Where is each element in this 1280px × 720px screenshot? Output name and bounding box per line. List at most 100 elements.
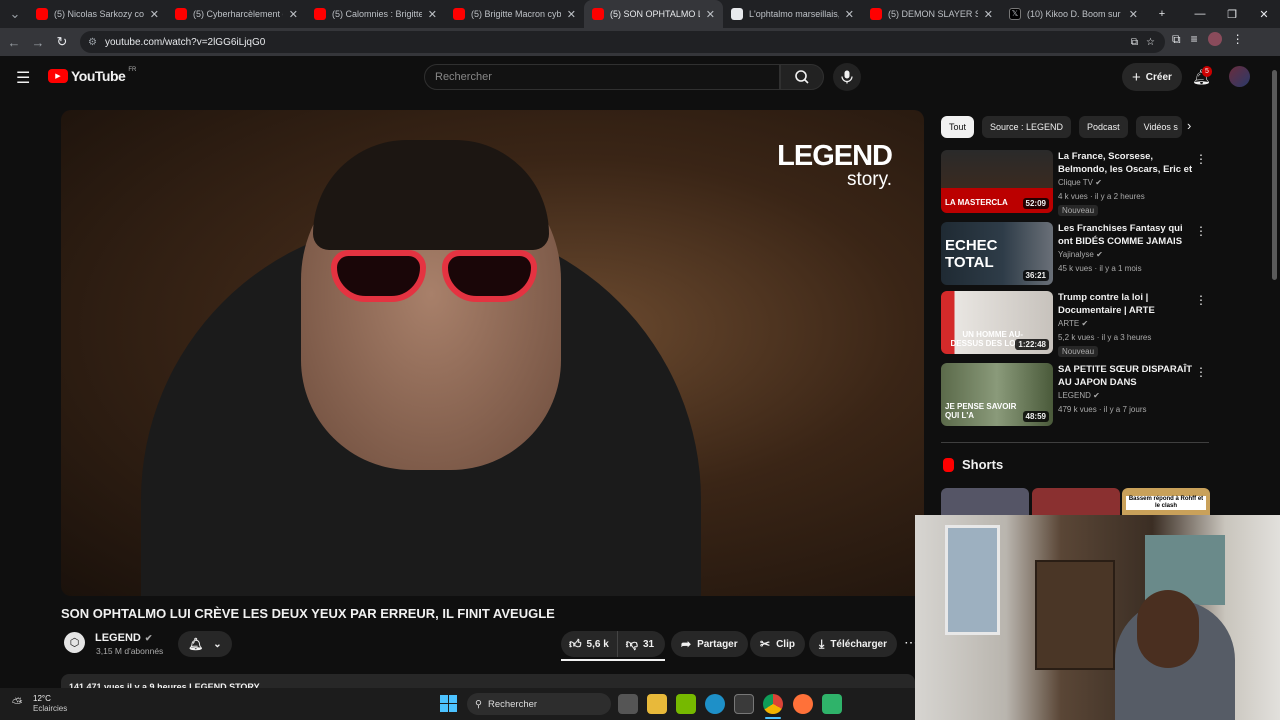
tab-title: (5) DEMON SLAYER S'ASS… bbox=[888, 9, 978, 19]
youtube-logo[interactable]: ▶ YouTube FR bbox=[48, 67, 136, 84]
more-options-icon[interactable]: ⋮ bbox=[1195, 152, 1207, 166]
firefox-icon[interactable] bbox=[793, 694, 813, 714]
close-tab-icon[interactable]: ✕ bbox=[289, 8, 298, 21]
browser-menu-icon[interactable]: ⋮ bbox=[1232, 32, 1244, 47]
browser-tab[interactable]: (5) Calomnies : Brigitte M… ✕ bbox=[306, 0, 445, 28]
verified-icon: ✔ bbox=[144, 632, 153, 643]
dislike-button[interactable]: 👎︎ 31 bbox=[618, 631, 662, 657]
recommended-video[interactable]: LA MASTERCLA 52:09 La France, Scorsese, Be… bbox=[941, 150, 1211, 216]
subscriber-count: 3,15 M d'abonnés bbox=[96, 646, 164, 656]
clip-button[interactable]: ✂ Clip bbox=[750, 631, 805, 657]
browser-tab[interactable]: (5) SON OPHTALMO LUI C… ✕ bbox=[584, 0, 723, 28]
search-icon bbox=[795, 70, 809, 84]
taskbar-search[interactable]: ⚲ Rechercher bbox=[467, 693, 611, 715]
channel-avatar[interactable]: ⬡ bbox=[64, 632, 85, 653]
close-tab-icon[interactable]: ✕ bbox=[845, 8, 854, 21]
red-sunglasses bbox=[331, 250, 541, 310]
thumbnail-text: ECHEC TOTAL bbox=[945, 237, 998, 271]
subscription-bell-button[interactable]: 🔔︎ ⌄ bbox=[178, 631, 232, 657]
video-player[interactable]: LEGEND story. bbox=[61, 110, 924, 596]
like-button[interactable]: 👍︎ 5,6 k bbox=[561, 631, 618, 657]
extensions-icon[interactable]: ⧉ bbox=[1172, 32, 1181, 47]
recommended-video[interactable]: ECHEC TOTAL 36:21 Les Franchises Fantasy q… bbox=[941, 222, 1211, 286]
hamburger-menu-icon[interactable]: ☰ bbox=[16, 68, 30, 88]
create-button[interactable]: + Créer bbox=[1122, 63, 1182, 91]
browser-tab[interactable]: 𝕏 (10) Kikoo D. Boom sur X … ✕ bbox=[1001, 0, 1146, 28]
video-thumbnail[interactable]: UN HOMME AU-DESSUS DES LOIS 1:22:48 bbox=[941, 291, 1053, 354]
weather-condition: Eclaircies bbox=[33, 704, 68, 713]
close-tab-icon[interactable]: ✕ bbox=[150, 8, 159, 21]
bookmark-star-icon[interactable]: ☆ bbox=[1146, 37, 1155, 48]
task-view-icon[interactable] bbox=[618, 694, 638, 714]
recommended-channel: LEGEND bbox=[1058, 391, 1091, 400]
more-options-icon[interactable]: ⋮ bbox=[1195, 365, 1207, 379]
video-title: SON OPHTALMO LUI CRÈVE LES DEUX YEUX PAR… bbox=[61, 606, 555, 621]
browser-tab[interactable]: (5) Cyberharcèlement de … ✕ bbox=[167, 0, 306, 28]
search-input[interactable]: Rechercher bbox=[424, 64, 780, 90]
voice-search-button[interactable] bbox=[833, 63, 861, 91]
close-tab-icon[interactable]: ✕ bbox=[428, 8, 437, 21]
video-frame-person-hair bbox=[313, 140, 549, 250]
clip-label: Clip bbox=[776, 638, 795, 650]
new-tab-button[interactable]: + bbox=[1146, 0, 1178, 28]
minimize-button[interactable]: — bbox=[1184, 0, 1216, 28]
share-button[interactable]: ➦ Partager bbox=[671, 631, 748, 657]
weather-icon[interactable]: ⛅︎ bbox=[12, 695, 22, 711]
youtube-icon bbox=[36, 8, 48, 20]
chrome-icon[interactable] bbox=[763, 694, 783, 714]
tab-title: L'ophtalmo marseillais, ac… bbox=[749, 9, 839, 19]
windows-start-icon[interactable] bbox=[440, 695, 457, 712]
file-explorer-icon[interactable] bbox=[647, 694, 667, 714]
more-options-icon[interactable]: ⋮ bbox=[1195, 224, 1207, 238]
verified-icon: ✔ bbox=[1093, 391, 1100, 400]
short-thumbnail[interactable]: Bassem répond à Rohff et le clash bbox=[1122, 488, 1210, 518]
url-text: youtube.com/watch?v=2lGG6iLjqG0 bbox=[104, 36, 266, 48]
filter-chip[interactable]: Tout bbox=[941, 116, 975, 138]
youtube-masthead: ☰ ▶ YouTube FR Rechercher + Créer 🔔︎ 5 bbox=[0, 56, 1280, 96]
streamer-webcam bbox=[915, 515, 1280, 720]
address-bar[interactable]: ⚙ youtube.com/watch?v=2lGG6iLjqG0 ⧉ ☆ bbox=[80, 31, 1165, 53]
back-icon[interactable]: ← bbox=[2, 30, 26, 54]
download-button[interactable]: ⤓ Télécharger bbox=[809, 631, 898, 657]
weather-widget[interactable]: 12°C Eclaircies bbox=[33, 694, 67, 714]
video-thumbnail[interactable]: LA MASTERCLA 52:09 bbox=[941, 150, 1053, 213]
page-scrollbar[interactable] bbox=[1272, 70, 1277, 280]
forward-icon[interactable]: → bbox=[26, 30, 50, 54]
channel-name-row[interactable]: LEGEND ✔ bbox=[95, 632, 152, 644]
close-tab-icon[interactable]: ✕ bbox=[984, 8, 993, 21]
store-icon[interactable] bbox=[734, 694, 754, 714]
media-control-icon[interactable]: ≡ bbox=[1191, 32, 1198, 47]
close-window-button[interactable]: ✕ bbox=[1248, 0, 1280, 28]
browser-tab[interactable]: (5) DEMON SLAYER S'ASS… ✕ bbox=[862, 0, 1001, 28]
account-avatar[interactable] bbox=[1229, 66, 1250, 87]
close-tab-icon[interactable]: ✕ bbox=[706, 8, 715, 21]
filter-chip[interactable]: Source : LEGEND bbox=[982, 116, 1072, 138]
tab-search-icon[interactable]: ⌄ bbox=[2, 2, 28, 26]
search-button[interactable] bbox=[780, 64, 824, 90]
video-thumbnail[interactable]: ECHEC TOTAL 36:21 bbox=[941, 222, 1053, 285]
site-info-icon[interactable]: ⚙ bbox=[88, 37, 97, 48]
filter-chip[interactable]: Vidéos s bbox=[1135, 116, 1182, 138]
edge-icon[interactable] bbox=[705, 694, 725, 714]
close-tab-icon[interactable]: ✕ bbox=[567, 8, 576, 21]
short-thumbnail[interactable] bbox=[941, 488, 1029, 518]
reload-icon[interactable]: ↻ bbox=[50, 30, 74, 54]
recommended-video[interactable]: UN HOMME AU-DESSUS DES LOIS 1:22:48 Trump … bbox=[941, 291, 1211, 357]
browser-tab[interactable]: (5) Nicolas Sarkozy cond… ✕ bbox=[28, 0, 167, 28]
restore-button[interactable]: ❐ bbox=[1216, 0, 1248, 28]
browser-tab[interactable]: L'ophtalmo marseillais, ac… ✕ bbox=[723, 0, 862, 28]
video-thumbnail[interactable]: JE PENSE SAVOIR QUI L'A 48:59 bbox=[941, 363, 1053, 426]
browser-tab[interactable]: (5) Brigitte Macron cyberh… ✕ bbox=[445, 0, 584, 28]
chevron-right-icon[interactable]: › bbox=[1187, 118, 1191, 133]
filter-chip[interactable]: Podcast bbox=[1079, 116, 1128, 138]
more-options-icon[interactable]: ⋮ bbox=[1195, 293, 1207, 307]
profile-avatar[interactable] bbox=[1207, 32, 1222, 46]
short-thumbnail[interactable] bbox=[1032, 488, 1120, 518]
close-tab-icon[interactable]: ✕ bbox=[1129, 8, 1138, 21]
nvidia-icon[interactable] bbox=[676, 694, 696, 714]
app-icon[interactable] bbox=[822, 694, 842, 714]
recommended-video[interactable]: JE PENSE SAVOIR QUI L'A 48:59 SA PETITE SŒ… bbox=[941, 363, 1211, 427]
install-icon[interactable]: ⧉ bbox=[1131, 37, 1138, 48]
shorts-logo-icon bbox=[943, 457, 954, 472]
recommended-meta: 45 k vues · il y a 1 mois bbox=[1058, 264, 1142, 273]
